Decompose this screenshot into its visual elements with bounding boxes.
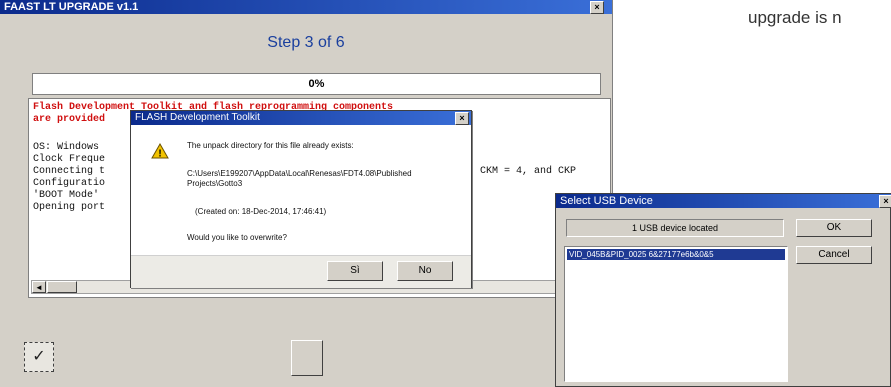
usb-device-item[interactable]: VID_045B&PID_0025 6&27177e6b&0&5 bbox=[567, 249, 785, 260]
warning-glyph: ! bbox=[158, 149, 161, 160]
usb-close-button[interactable]: × bbox=[879, 195, 891, 208]
no-button[interactable]: No bbox=[397, 261, 453, 281]
main-title: FAAST LT UPGRADE v1.1 bbox=[4, 1, 139, 13]
dialog-path-2: Projects\Gotto3 bbox=[187, 179, 243, 188]
dialog-title: FLASH Development Toolkit bbox=[135, 112, 260, 123]
usb-window: Select USB Device × 1 USB device located… bbox=[555, 193, 891, 387]
scroll-left-button[interactable]: ◄ bbox=[32, 281, 46, 293]
log-line: Opening port bbox=[33, 202, 106, 213]
scroll-thumb[interactable] bbox=[47, 281, 77, 293]
dialog-close-button[interactable]: × bbox=[455, 112, 469, 125]
cancel-button[interactable]: Cancel bbox=[796, 246, 872, 264]
fdt-dialog: FLASH Development Toolkit × ! The unpack… bbox=[130, 110, 472, 288]
ok-button[interactable]: OK bbox=[796, 219, 872, 237]
log-line: Configuratio bbox=[33, 178, 106, 189]
dialog-created: (Created on: 18-Dec-2014, 17:46:41) bbox=[195, 207, 327, 216]
side-text: upgrade is n bbox=[748, 8, 842, 27]
log-red-line-2: are provided bbox=[33, 114, 106, 125]
usb-device-list[interactable]: VID_045B&PID_0025 6&27177e6b&0&5 bbox=[564, 246, 788, 382]
dialog-title-bar: FLASH Development Toolkit bbox=[131, 111, 471, 125]
dialog-message: The unpack directory for this file alrea… bbox=[187, 141, 354, 150]
log-line-right: CKM = 4, and CKP bbox=[480, 166, 577, 177]
yes-button[interactable]: Sì bbox=[327, 261, 383, 281]
warning-icon: ! bbox=[151, 143, 169, 159]
usb-title: Select USB Device bbox=[560, 195, 653, 207]
log-line: 'BOOT Mode' bbox=[33, 190, 100, 201]
progress-bar: 0% bbox=[32, 73, 601, 95]
step-label: Step 3 of 6 bbox=[267, 34, 345, 51]
checkmark-icon: ✓ bbox=[32, 348, 46, 365]
usb-located-label: 1 USB device located bbox=[566, 219, 784, 237]
log-line: Connecting t bbox=[33, 166, 106, 177]
bottom-icon-button[interactable]: ✓ bbox=[24, 342, 54, 372]
main-close-button[interactable]: × bbox=[590, 1, 604, 14]
usb-title-bar: Select USB Device bbox=[556, 194, 891, 208]
log-line: OS: Windows bbox=[33, 142, 100, 153]
dialog-path-1: C:\Users\E199207\AppData\Local\Renesas\F… bbox=[187, 169, 412, 178]
log-line: Clock Freque bbox=[33, 154, 106, 165]
main-title-bar: FAAST LT UPGRADE v1.1 bbox=[0, 0, 612, 14]
progress-label: 0% bbox=[308, 78, 325, 90]
bottom-blank-button[interactable] bbox=[291, 340, 323, 376]
dialog-question: Would you like to overwrite? bbox=[187, 233, 287, 242]
